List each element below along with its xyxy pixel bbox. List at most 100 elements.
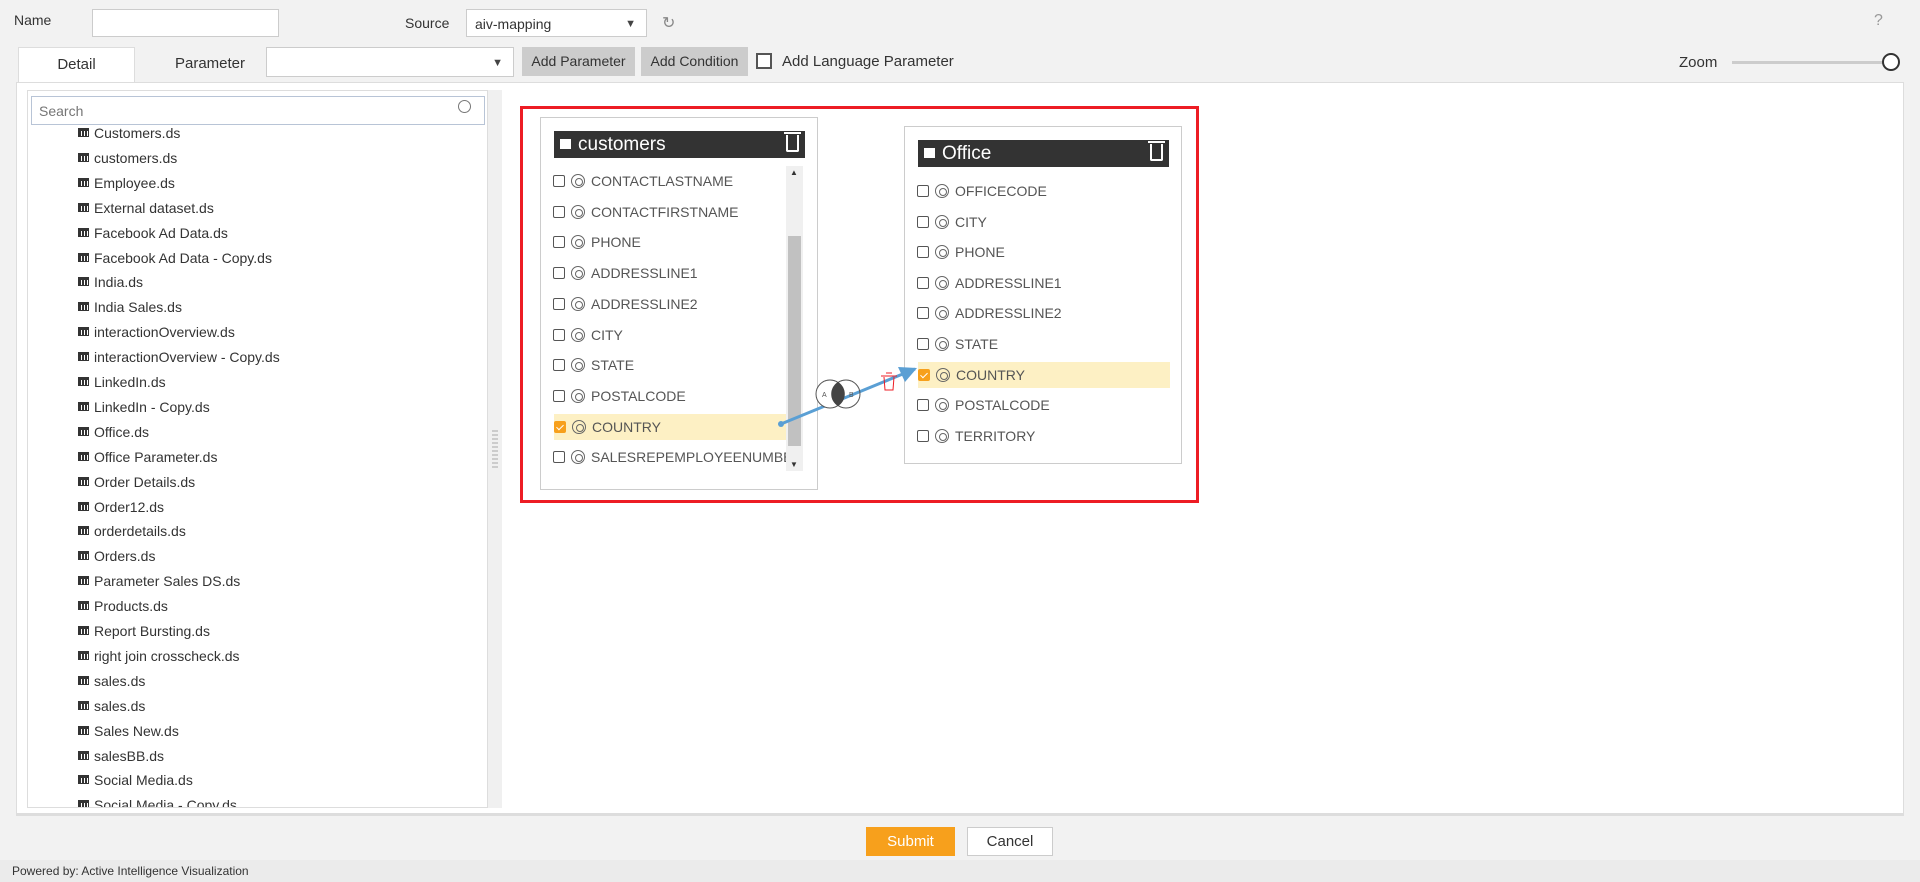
dataset-item[interactable]: Parameter Sales DS.ds <box>78 573 240 589</box>
eye-icon[interactable] <box>935 275 949 290</box>
field-checkbox[interactable] <box>553 328 565 341</box>
zoom-slider[interactable] <box>1732 61 1892 64</box>
field-checkbox[interactable] <box>554 420 566 433</box>
join-connector[interactable]: A B <box>770 355 930 435</box>
field-checkbox[interactable] <box>553 267 565 280</box>
field-row[interactable]: ADDRESSLINE1 <box>917 270 1169 296</box>
dataset-item[interactable]: salesBB.ds <box>78 748 164 764</box>
dataset-item[interactable]: Report Bursting.ds <box>78 623 210 639</box>
dataset-item[interactable]: sales.ds <box>78 673 145 689</box>
field-row[interactable]: COUNTRY <box>554 413 786 440</box>
field-checkbox[interactable] <box>917 185 929 197</box>
field-row[interactable]: OFFICECODE <box>917 178 1169 204</box>
field-row[interactable]: TERRITORY <box>917 423 1169 449</box>
add-language-checkbox[interactable] <box>756 53 772 69</box>
inner-join-venn-icon[interactable]: A B <box>815 379 861 409</box>
field-checkbox[interactable] <box>553 205 565 218</box>
dataset-item[interactable]: interactionOverview.ds <box>78 324 235 340</box>
tab-parameter[interactable]: Parameter <box>155 47 265 81</box>
eye-icon[interactable] <box>571 327 585 342</box>
table-office[interactable]: Office OFFICECODE CITY PHONE ADDRESSLINE1 AD… <box>904 126 1182 464</box>
search-input[interactable] <box>31 96 485 125</box>
field-checkbox[interactable] <box>553 297 565 310</box>
dataset-item[interactable]: interactionOverview - Copy.ds <box>78 349 280 365</box>
eye-icon[interactable] <box>935 337 949 351</box>
eye-icon[interactable] <box>571 266 585 281</box>
trash-icon[interactable] <box>1148 141 1165 161</box>
drag-handle-icon[interactable] <box>492 430 498 470</box>
field-checkbox[interactable] <box>917 307 929 320</box>
table-header[interactable]: customers <box>554 131 805 158</box>
field-row[interactable]: CONTACTFIRSTNAME <box>553 199 786 225</box>
eye-icon[interactable] <box>935 306 949 321</box>
field-row[interactable]: COUNTRY <box>918 361 1170 388</box>
dataset-item[interactable]: Employee.ds <box>78 175 175 191</box>
dataset-item[interactable]: Sales New.ds <box>78 723 179 739</box>
refresh-icon[interactable]: ↻ <box>662 13 675 33</box>
dataset-item[interactable]: customers.ds <box>78 150 177 166</box>
field-row[interactable]: SALESREPEMPLOYEENUMBER <box>553 444 786 470</box>
dataset-item[interactable]: Office Parameter.ds <box>78 449 217 465</box>
dataset-item[interactable]: orderdetails.ds <box>78 523 186 539</box>
dataset-item[interactable]: Products.ds <box>78 598 168 614</box>
field-row[interactable]: PHONE <box>553 229 786 255</box>
field-row[interactable]: PHONE <box>917 239 1169 265</box>
table-header[interactable]: Office <box>918 140 1169 167</box>
dataset-item[interactable]: right join crosscheck.ds <box>78 648 240 664</box>
field-row[interactable]: POSTALCODE <box>553 383 786 409</box>
source-select[interactable]: aiv-mapping ▼ <box>466 9 647 37</box>
field-row[interactable]: POSTALCODE <box>917 392 1169 418</box>
submit-button[interactable]: Submit <box>866 827 955 856</box>
eye-icon[interactable] <box>935 214 949 229</box>
eye-icon[interactable] <box>571 204 585 219</box>
dataset-item[interactable]: Customers.ds <box>78 125 180 141</box>
eye-icon[interactable] <box>572 419 586 434</box>
eye-icon[interactable] <box>935 184 949 198</box>
dataset-item[interactable]: Orders.ds <box>78 548 155 564</box>
eye-icon[interactable] <box>935 245 949 260</box>
field-checkbox[interactable] <box>553 389 565 402</box>
eye-icon[interactable] <box>936 367 950 382</box>
dataset-item[interactable]: LinkedIn.ds <box>78 374 166 390</box>
zoom-slider-handle[interactable] <box>1882 53 1900 71</box>
eye-icon[interactable] <box>571 358 585 373</box>
scroll-down-icon[interactable]: ▼ <box>790 460 798 469</box>
add-condition-button[interactable]: Add Condition <box>641 47 748 76</box>
dataset-item[interactable]: India Sales.ds <box>78 299 182 315</box>
field-checkbox[interactable] <box>917 215 929 228</box>
field-checkbox[interactable] <box>553 236 565 249</box>
field-checkbox[interactable] <box>917 338 929 350</box>
cancel-button[interactable]: Cancel <box>967 827 1053 856</box>
eye-icon[interactable] <box>571 174 585 188</box>
parameter-select[interactable]: ▼ <box>266 47 514 77</box>
field-checkbox[interactable] <box>553 451 565 464</box>
eye-icon[interactable] <box>571 235 585 250</box>
field-checkbox[interactable] <box>553 175 565 187</box>
field-checkbox[interactable] <box>917 276 929 289</box>
dataset-item[interactable]: Office.ds <box>78 424 149 440</box>
dataset-item[interactable]: Facebook Ad Data.ds <box>78 225 228 241</box>
dataset-item[interactable]: Facebook Ad Data - Copy.ds <box>78 250 272 266</box>
dataset-item[interactable]: Order12.ds <box>78 499 164 515</box>
dataset-item[interactable]: External dataset.ds <box>78 200 214 216</box>
field-checkbox[interactable] <box>553 359 565 372</box>
trash-icon[interactable] <box>784 132 801 152</box>
field-checkbox[interactable] <box>917 246 929 259</box>
field-row[interactable]: ADDRESSLINE1 <box>553 260 786 286</box>
dataset-item[interactable]: Order Details.ds <box>78 474 195 490</box>
dataset-item[interactable]: Social Media - Copy.ds <box>78 797 237 807</box>
splitter[interactable] <box>488 90 502 808</box>
scroll-up-icon[interactable]: ▲ <box>790 168 798 177</box>
name-input[interactable] <box>92 9 279 37</box>
field-row[interactable]: ADDRESSLINE2 <box>553 291 786 317</box>
field-row[interactable]: CITY <box>917 209 1169 235</box>
dataset-item[interactable]: Social Media.ds <box>78 772 193 788</box>
tab-detail[interactable]: Detail <box>18 47 135 83</box>
eye-icon[interactable] <box>571 388 585 403</box>
eye-icon[interactable] <box>571 450 585 465</box>
field-row[interactable]: CITY <box>553 322 786 348</box>
add-parameter-button[interactable]: Add Parameter <box>522 47 635 76</box>
field-row[interactable]: CONTACTLASTNAME <box>553 168 786 194</box>
field-row[interactable]: STATE <box>917 331 1169 357</box>
dataset-item[interactable]: LinkedIn - Copy.ds <box>78 399 210 415</box>
